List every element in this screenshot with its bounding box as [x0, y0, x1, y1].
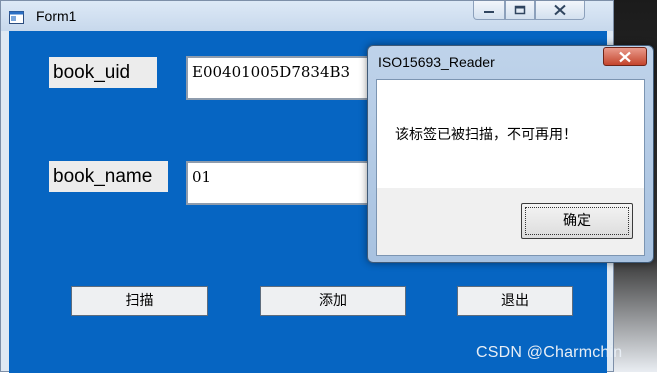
close-button[interactable]	[535, 1, 585, 20]
ok-button[interactable]: 确定	[521, 203, 633, 239]
form-window-icon	[9, 9, 24, 24]
book-uid-label: book_uid	[49, 57, 157, 88]
book-name-label: book_name	[49, 161, 168, 192]
book-uid-input[interactable]: E00401005D7834B3	[186, 56, 386, 100]
maximize-button[interactable]	[505, 1, 535, 20]
dialog-body: 该标签已被扫描，不可再用！ 确定	[376, 79, 645, 256]
close-icon	[619, 51, 631, 62]
dialog-close-button[interactable]	[603, 47, 647, 66]
minimize-button[interactable]	[473, 1, 505, 20]
close-icon	[554, 4, 566, 16]
book-name-input[interactable]: 01	[186, 161, 386, 205]
minimize-icon	[484, 11, 494, 13]
exit-button[interactable]: 退出	[457, 286, 573, 316]
add-button[interactable]: 添加	[260, 286, 406, 316]
scan-button[interactable]: 扫描	[71, 286, 208, 316]
dialog-message: 该标签已被扫描，不可再用！	[395, 127, 577, 143]
dialog-title: ISO15693_Reader	[378, 54, 495, 70]
maximize-icon	[514, 5, 526, 15]
dialog-message-area: 该标签已被扫描，不可再用！	[377, 80, 644, 188]
message-box-dialog: ISO15693_Reader 该标签已被扫描，不可再用！ 确定	[367, 45, 654, 263]
watermark: CSDN @Charmchin	[476, 344, 623, 361]
form1-titlebar[interactable]: Form1	[1, 1, 613, 31]
form1-title: Form1	[36, 8, 77, 24]
